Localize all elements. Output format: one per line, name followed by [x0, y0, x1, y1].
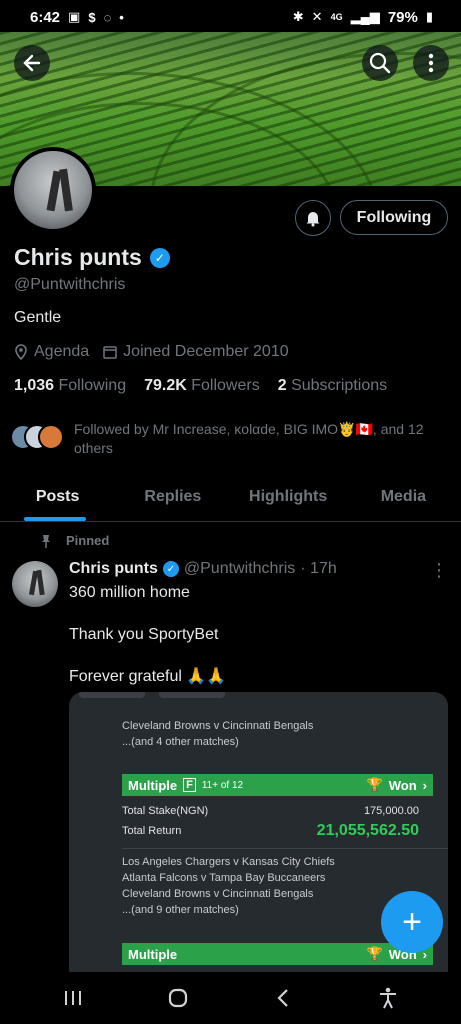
whatsapp-icon: ◌	[103, 9, 112, 25]
bet-matches-list: Cleveland Browns v Cincinnati Bengals ..…	[69, 700, 448, 750]
home-icon	[168, 988, 187, 1008]
location-pin-icon	[15, 344, 27, 360]
system-nav-bar	[0, 972, 461, 1024]
followers-count: 79.2K	[144, 377, 187, 394]
post-text: 360 million home Thank you SportyBet For…	[69, 582, 439, 708]
tab-highlights[interactable]: Highlights	[231, 476, 346, 521]
profile-handle: @Puntwithchris	[14, 276, 126, 293]
accessibility-icon	[380, 987, 397, 1009]
followed-by-row[interactable]: Followed by Mr Increase, κolαde, BIG IMO…	[10, 420, 450, 458]
won-label: Won	[388, 777, 417, 793]
profile-joined: Joined December 2010	[123, 343, 289, 360]
more-button[interactable]	[413, 45, 449, 81]
status-time: 6:42	[30, 8, 61, 26]
bell-icon	[306, 212, 320, 227]
profile-meta: Agenda Joined December 2010	[14, 343, 289, 361]
pinned-label: Pinned	[66, 533, 110, 548]
post-author[interactable]: Chris punts	[69, 560, 158, 578]
bluetooth-icon: ✱	[292, 9, 304, 24]
calendar-icon	[103, 346, 117, 359]
post-time: · 17h	[300, 560, 337, 577]
profile-name-row: Chris punts ✓	[14, 244, 170, 271]
subscriptions-label: Subscriptions	[291, 377, 388, 394]
bet-match: ...(and 4 other matches)	[122, 736, 239, 748]
search-button[interactable]	[362, 45, 398, 81]
total-stake-label: Total Stake(NGN)	[122, 805, 209, 817]
following-count: 1,036	[14, 377, 55, 394]
followed-by-text: Followed by Mr Increase, κolαde, BIG IMO…	[74, 421, 424, 456]
following-label: Following	[58, 377, 127, 394]
post-line: Forever grateful 🙏🙏	[69, 668, 227, 685]
profile-bio: Gentle	[14, 309, 62, 326]
battery-level: 79%	[387, 8, 418, 26]
bet-multiple-bar: Multiple 🏆 Won ›	[122, 943, 433, 965]
dot-icon: •	[119, 9, 124, 25]
signal-icon: ▂▄▆	[350, 9, 380, 24]
bet-slip-top-edge	[69, 692, 448, 700]
profile-tabs: Posts Replies Highlights Media	[0, 476, 461, 522]
post-avatar[interactable]	[12, 561, 58, 607]
profile-stats: 1,036 Following 79.2K Followers 2 Subscr…	[14, 377, 387, 395]
home-button[interactable]	[158, 978, 198, 1018]
verified-badge-icon[interactable]: ✓	[162, 561, 179, 577]
trophy-icon: 🏆	[366, 946, 383, 961]
back-icon	[277, 989, 288, 1007]
tab-replies[interactable]: Replies	[115, 476, 230, 521]
battery-icon: ▮	[425, 9, 433, 24]
notifications-button[interactable]	[295, 200, 331, 236]
total-stake-value: 175,000.00	[363, 805, 419, 817]
compose-button[interactable]: +	[381, 891, 443, 953]
pin-icon	[42, 534, 50, 548]
post-handle[interactable]: @Puntwithchris	[184, 560, 295, 578]
bet-match: Los Angeles Chargers v Kansas City Chief…	[122, 856, 335, 868]
cashout-icon: F	[183, 778, 196, 792]
chevron-right-icon: ›	[422, 777, 427, 793]
following-button[interactable]: Following	[340, 200, 448, 235]
mute-icon: ✕	[311, 9, 323, 24]
recent-apps-button[interactable]	[53, 978, 93, 1018]
multiple-sub: 11+ of 12	[201, 779, 244, 791]
following-stat[interactable]: 1,036 Following	[14, 377, 126, 395]
gallery-icon: ▣	[68, 9, 81, 24]
accessibility-button[interactable]	[368, 978, 408, 1018]
trophy-icon: 🏆	[366, 777, 383, 792]
multiple-label: Multiple	[128, 946, 178, 962]
more-vertical-icon	[428, 53, 434, 73]
arrow-left-icon	[23, 54, 41, 72]
profile-location: Agenda	[34, 343, 90, 360]
total-stake-row: Total Stake(NGN) 175,000.00	[122, 805, 419, 817]
dollar-icon: $	[88, 9, 96, 25]
profile-name: Chris punts	[14, 244, 142, 270]
bet-match: Atlanta Falcons v Tampa Bay Buccaneers	[122, 872, 326, 884]
tab-media[interactable]: Media	[346, 476, 461, 521]
back-button[interactable]	[14, 45, 50, 81]
bet-match: Cleveland Browns v Cincinnati Bengals	[122, 720, 314, 732]
search-icon	[369, 52, 391, 74]
post-line: 360 million home	[69, 584, 190, 601]
followers-label: Followers	[191, 377, 260, 394]
nav-back-button[interactable]	[263, 978, 303, 1018]
post-line: Thank you SportyBet	[69, 626, 219, 643]
subscriptions-count: 2	[277, 377, 287, 394]
bet-match: Cleveland Browns v Cincinnati Bengals	[122, 888, 314, 900]
verified-badge-icon[interactable]: ✓	[149, 247, 170, 268]
bet-multiple-bar: Multiple F 11+ of 12 🏆 Won ›	[122, 774, 433, 796]
post-header: Chris punts ✓ @Puntwithchris · 17h	[69, 560, 337, 578]
pinned-indicator: Pinned	[40, 533, 109, 548]
status-bar: 6:42 ▣ $ ◌ • ✱ ✕ 4G ▂▄▆ 79% ▮	[0, 0, 461, 34]
bet-matches-list: Los Angeles Chargers v Kansas City Chief…	[69, 836, 335, 918]
bet-match: ...(and 9 other matches)	[122, 904, 239, 916]
follower-avatars	[10, 420, 66, 450]
multiple-label: Multiple	[128, 777, 178, 793]
network-label: 4G	[330, 12, 343, 22]
tab-posts[interactable]: Posts	[0, 476, 115, 521]
post-more-icon[interactable]: ⋮	[430, 560, 448, 581]
subscriptions-stat[interactable]: 2 Subscriptions	[278, 377, 387, 395]
followers-stat[interactable]: 79.2K Followers	[144, 377, 260, 395]
recent-apps-icon	[64, 991, 81, 1005]
profile-avatar[interactable]	[10, 147, 96, 233]
avatar	[38, 424, 64, 450]
